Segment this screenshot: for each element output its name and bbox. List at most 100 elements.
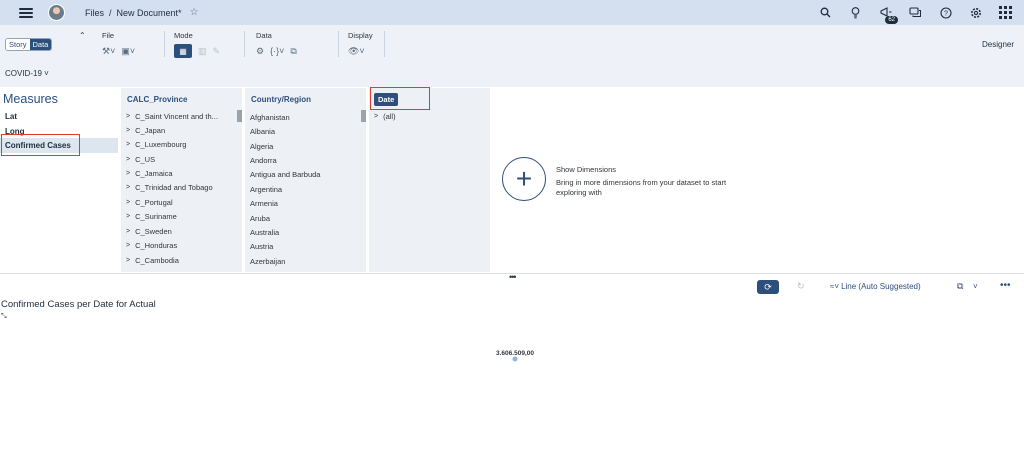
document-title: New Document*: [116, 7, 182, 18]
model-selector[interactable]: COVID-19 ˅: [5, 69, 49, 78]
designer-button[interactable]: Designer: [982, 40, 1014, 49]
chevron-right-icon: >: [126, 184, 131, 191]
data-point[interactable]: [512, 356, 518, 362]
copy-icon[interactable]: ⧉: [290, 46, 296, 57]
country-region-header: Country/Region: [251, 95, 311, 104]
chat-icon[interactable]: [909, 6, 922, 19]
list-item[interactable]: Argentina: [250, 185, 282, 194]
list-item[interactable]: > C_Portugal: [126, 198, 173, 207]
list-item-label: C_Cambodia: [135, 256, 179, 265]
apps-grid-icon[interactable]: [999, 6, 1012, 19]
list-item-label: C_Jamaica: [135, 169, 173, 178]
list-item-label: (all): [383, 112, 396, 121]
list-item[interactable]: Austria: [250, 242, 273, 251]
list-item[interactable]: > C_Sweden: [126, 227, 172, 236]
file-group: File ⚒˅ ▣˅: [102, 31, 135, 58]
toolbar-divider: [384, 31, 385, 57]
list-item[interactable]: Afghanistan: [250, 113, 290, 122]
list-item[interactable]: > C_Jamaica: [126, 169, 173, 178]
highlight-box: [370, 87, 430, 110]
transform-mode-icon[interactable]: ✎: [213, 46, 221, 57]
shell-bar: Files / New Document* ☆ 62 ?: [0, 0, 1024, 25]
svg-text:?: ?: [944, 10, 948, 17]
avatar[interactable]: [48, 4, 65, 21]
toolbar-divider: [164, 31, 165, 57]
list-item-label: C_Suriname: [135, 212, 177, 221]
add-data-icon[interactable]: ⚙: [256, 46, 264, 57]
formula-icon[interactable]: {·}˅: [270, 46, 284, 56]
chevron-down-icon: ˅: [44, 69, 49, 78]
chevron-right-icon: >: [126, 156, 131, 163]
grid-mode-icon[interactable]: ▦: [174, 44, 192, 58]
chevron-right-icon: >: [126, 257, 131, 264]
list-item[interactable]: > C_US: [126, 155, 155, 164]
chevron-down-icon[interactable]: ˅: [973, 282, 978, 291]
chevron-right-icon: >: [126, 199, 131, 206]
mode-group-label: Mode: [174, 31, 193, 40]
chevron-right-icon: >: [126, 127, 131, 134]
list-item[interactable]: Antigua and Barbuda: [250, 170, 320, 179]
more-options-icon[interactable]: •••: [1000, 280, 1011, 291]
list-item-label: C_Japan: [135, 126, 166, 135]
list-item[interactable]: Australia: [250, 228, 279, 237]
chevron-right-icon: >: [126, 242, 131, 249]
data-button[interactable]: Data: [29, 39, 52, 50]
settings-icon[interactable]: [969, 6, 982, 19]
list-item[interactable]: > C_Cambodia: [126, 256, 179, 265]
chevron-right-icon: >: [374, 113, 379, 120]
chart-type-selector[interactable]: ≈˅ Line (Auto Suggested): [830, 282, 921, 291]
notification-badge: 62: [885, 16, 898, 24]
list-item[interactable]: > (all): [374, 112, 396, 121]
story-data-switch: Story Data: [5, 38, 53, 51]
list-item[interactable]: > C_Honduras: [126, 241, 177, 250]
measure-item[interactable]: Lat: [0, 109, 118, 124]
list-item[interactable]: > C_Suriname: [126, 212, 177, 221]
lightbulb-icon[interactable]: [849, 6, 862, 19]
mode-group: Mode ▦ ▥ ✎: [174, 31, 220, 58]
menu-icon[interactable]: [19, 7, 33, 18]
list-item[interactable]: Andorra: [250, 156, 277, 165]
megaphone-icon[interactable]: 62: [879, 6, 898, 24]
drag-handle-icon[interactable]: •••: [509, 273, 517, 282]
list-item-label: C_Saint Vincent and th...: [135, 112, 218, 121]
list-item[interactable]: > C_Saint Vincent and th...: [126, 112, 218, 121]
list-item[interactable]: Aruba: [250, 214, 270, 223]
story-button[interactable]: Story: [6, 39, 30, 50]
list-item[interactable]: Armenia: [250, 199, 278, 208]
list-item[interactable]: Albania: [250, 127, 275, 136]
save-icon[interactable]: ▣˅: [121, 46, 135, 57]
list-item-label: C_Sweden: [135, 227, 172, 236]
model-selector-row: COVID-19 ˅: [0, 63, 1024, 87]
list-item[interactable]: > C_Trinidad and Tobago: [126, 183, 213, 192]
list-item[interactable]: > C_Luxembourg: [126, 140, 186, 149]
show-dimensions-title: Show Dimensions: [556, 165, 617, 174]
view-icon[interactable]: 👁˅: [348, 46, 365, 57]
scrollbar[interactable]: [361, 110, 366, 122]
list-item-label: C_Honduras: [135, 241, 178, 250]
collapse-toolbar-icon[interactable]: ⌃: [79, 31, 86, 40]
breadcrumb-files[interactable]: Files: [85, 8, 104, 18]
star-icon[interactable]: ☆: [190, 7, 199, 18]
list-item[interactable]: > C_Japan: [126, 126, 165, 135]
add-dimension-button[interactable]: +: [502, 157, 546, 201]
measures-panel: Measures Lat Long Confirmed Cases: [0, 88, 118, 272]
copy-chart-icon[interactable]: ⧉: [957, 281, 963, 292]
toolbar-divider: [244, 31, 245, 57]
highlight-box: [1, 134, 80, 156]
tools-icon[interactable]: ⚒˅: [102, 46, 115, 57]
data-group: Data ⚙ {·}˅ ⧉: [256, 31, 297, 58]
table-mode-icon[interactable]: ▥: [198, 46, 207, 57]
refresh-icon[interactable]: ↻: [797, 281, 805, 292]
chevron-right-icon: >: [126, 228, 131, 235]
show-dimensions-text: Bring in more dimensions from your datas…: [556, 178, 727, 197]
line-chart-icon: ≈˅: [830, 282, 840, 291]
list-item[interactable]: Algeria: [250, 142, 273, 151]
search-icon[interactable]: [819, 6, 832, 19]
list-item[interactable]: Azerbaijan: [250, 257, 285, 266]
chart-resize-icon[interactable]: ⤡: [1, 313, 7, 321]
display-group: Display 👁˅: [348, 31, 373, 58]
help-icon[interactable]: ?: [939, 6, 952, 19]
scrollbar[interactable]: [237, 110, 242, 122]
breadcrumb-separator: /: [109, 7, 112, 18]
auto-refresh-button[interactable]: ⟳: [757, 280, 779, 294]
